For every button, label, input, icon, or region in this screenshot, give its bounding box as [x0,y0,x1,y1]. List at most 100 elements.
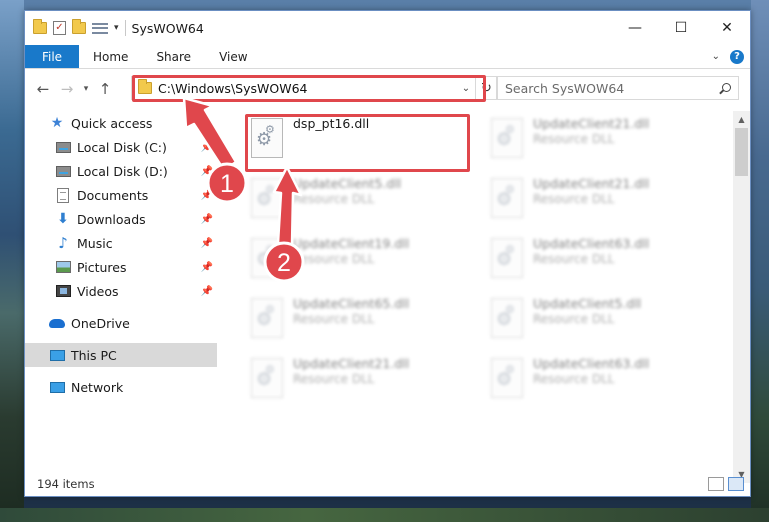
file-item[interactable]: UpdateClient63.dllResource DLL [485,234,710,288]
nav-label: Pictures [77,259,127,275]
back-arrow-icon[interactable]: ← [31,77,55,101]
nav-label: Quick access [71,115,153,131]
pin-icon[interactable]: 📌 [201,286,213,297]
nav-label: Network [71,379,124,395]
file-item[interactable]: UpdateClient19.dllResource DLL [245,234,470,288]
maximize-button[interactable]: ☐ [658,11,704,45]
file-item[interactable]: UpdateClient65.dllResource DLL [245,294,470,348]
tab-share[interactable]: Share [142,45,205,68]
file-type: Resource DLL [293,312,375,326]
title-separator [124,20,126,36]
nav-item-music[interactable]: ♪ Music 📌 [25,231,217,255]
videos-icon [55,283,71,299]
up-arrow-icon[interactable]: ↑ [93,77,117,101]
window-title: SysWOW64 [131,20,204,36]
nav-onedrive[interactable]: OneDrive [25,311,217,335]
dll-file-icon [491,298,523,338]
nav-label: Documents [77,187,149,203]
recent-locations-chevron-icon[interactable]: ▾ [79,84,93,94]
tab-file[interactable]: File [25,45,79,68]
nav-label: Local Disk (C:) [77,139,167,155]
nav-label: Downloads [77,211,146,227]
nav-item-local-disk-d[interactable]: Local Disk (D:) 📌 [25,159,217,183]
pin-icon[interactable]: 📌 [201,262,213,273]
nav-item-pictures[interactable]: Pictures 📌 [25,255,217,279]
file-name: UpdateClient21.dll [293,356,410,371]
file-type: Resource DLL [533,372,615,386]
title-bar: ✓ ▾ SysWOW64 — ☐ ✕ [25,11,750,45]
address-bar-highlight [132,75,486,102]
minimize-button[interactable]: — [612,11,658,45]
details-view-icon[interactable] [708,477,724,491]
downloads-icon: ⬇ [57,211,69,227]
close-button[interactable]: ✕ [704,11,750,45]
file-highlight [245,114,470,172]
tab-view[interactable]: View [205,45,261,68]
ribbon-tabs: File Home Share View ⌄ ? [25,45,750,69]
pin-icon[interactable]: 📌 [201,142,213,153]
help-icon[interactable]: ? [730,49,744,64]
folder-icon[interactable] [33,19,47,34]
nav-item-documents[interactable]: Documents 📌 [25,183,217,207]
tab-home[interactable]: Home [79,45,142,68]
customize-toolbar-chevron-icon[interactable]: ▾ [114,23,119,33]
large-icons-view-icon[interactable] [728,477,744,491]
file-name: UpdateClient21.dll [533,116,650,131]
properties-icon[interactable] [92,22,108,35]
file-name: UpdateClient19.dll [293,236,410,251]
nav-quick-access[interactable]: ★ Quick access [25,111,217,135]
pictures-icon [55,259,71,275]
dll-file-icon [251,298,283,338]
search-icon[interactable] [719,82,731,94]
scroll-up-icon[interactable]: ▲ [733,111,750,128]
file-item[interactable]: UpdateClient21.dllResource DLL [245,354,470,408]
disk-icon [55,163,71,179]
dll-file-icon [491,118,523,158]
pin-icon[interactable]: 📌 [201,214,213,225]
search-placeholder: Search SysWOW64 [505,80,625,96]
file-name: UpdateClient65.dll [293,296,410,311]
star-icon: ★ [50,115,64,131]
file-item[interactable]: UpdateClient5.dllResource DLL [485,294,710,348]
onedrive-cloud-icon [49,315,65,331]
file-type: Resource DLL [293,252,375,266]
forward-arrow-icon[interactable]: → [55,77,79,101]
nav-label: OneDrive [71,315,130,331]
documents-icon [55,187,71,203]
pin-icon[interactable]: 📌 [201,238,213,249]
music-icon: ♪ [58,234,68,252]
scrollbar-thumb[interactable] [735,128,748,176]
ribbon-right-controls: ⌄ ? [712,45,750,68]
status-bar: 194 items [25,472,750,496]
desktop-background-right [751,0,769,522]
nav-network[interactable]: Network [25,375,217,399]
disk-icon [55,139,71,155]
nav-item-local-disk-c[interactable]: Local Disk (C:) 📌 [25,135,217,159]
expand-ribbon-chevron-icon[interactable]: ⌄ [712,51,720,62]
computer-icon [49,347,65,363]
file-name: UpdateClient63.dll [533,236,650,251]
desktop-background-left [0,0,24,522]
file-item[interactable]: UpdateClient63.dllResource DLL [485,354,710,408]
file-item[interactable]: UpdateClient21.dllResource DLL [485,114,710,168]
nav-label: Local Disk (D:) [77,163,168,179]
pin-icon[interactable]: 📌 [201,190,213,201]
file-name: UpdateClient5.dll [293,176,402,191]
file-item[interactable]: UpdateClient5.dllResource DLL [245,174,470,228]
item-count: 194 items [37,477,95,491]
file-type: Resource DLL [293,192,375,206]
file-item[interactable]: UpdateClient21.dllResource DLL [485,174,710,228]
vertical-scrollbar[interactable]: ▲ ▼ [733,111,750,483]
file-name: UpdateClient21.dll [533,176,650,191]
nav-this-pc[interactable]: This PC [25,343,217,367]
nav-item-videos[interactable]: Videos 📌 [25,279,217,303]
search-input[interactable]: Search SysWOW64 [496,76,739,100]
nav-label: Music [77,235,113,251]
new-folder-icon[interactable] [72,19,86,34]
pin-icon[interactable]: 📌 [201,166,213,177]
nav-item-downloads[interactable]: ⬇ Downloads 📌 [25,207,217,231]
properties-check-icon[interactable]: ✓ [53,21,66,35]
